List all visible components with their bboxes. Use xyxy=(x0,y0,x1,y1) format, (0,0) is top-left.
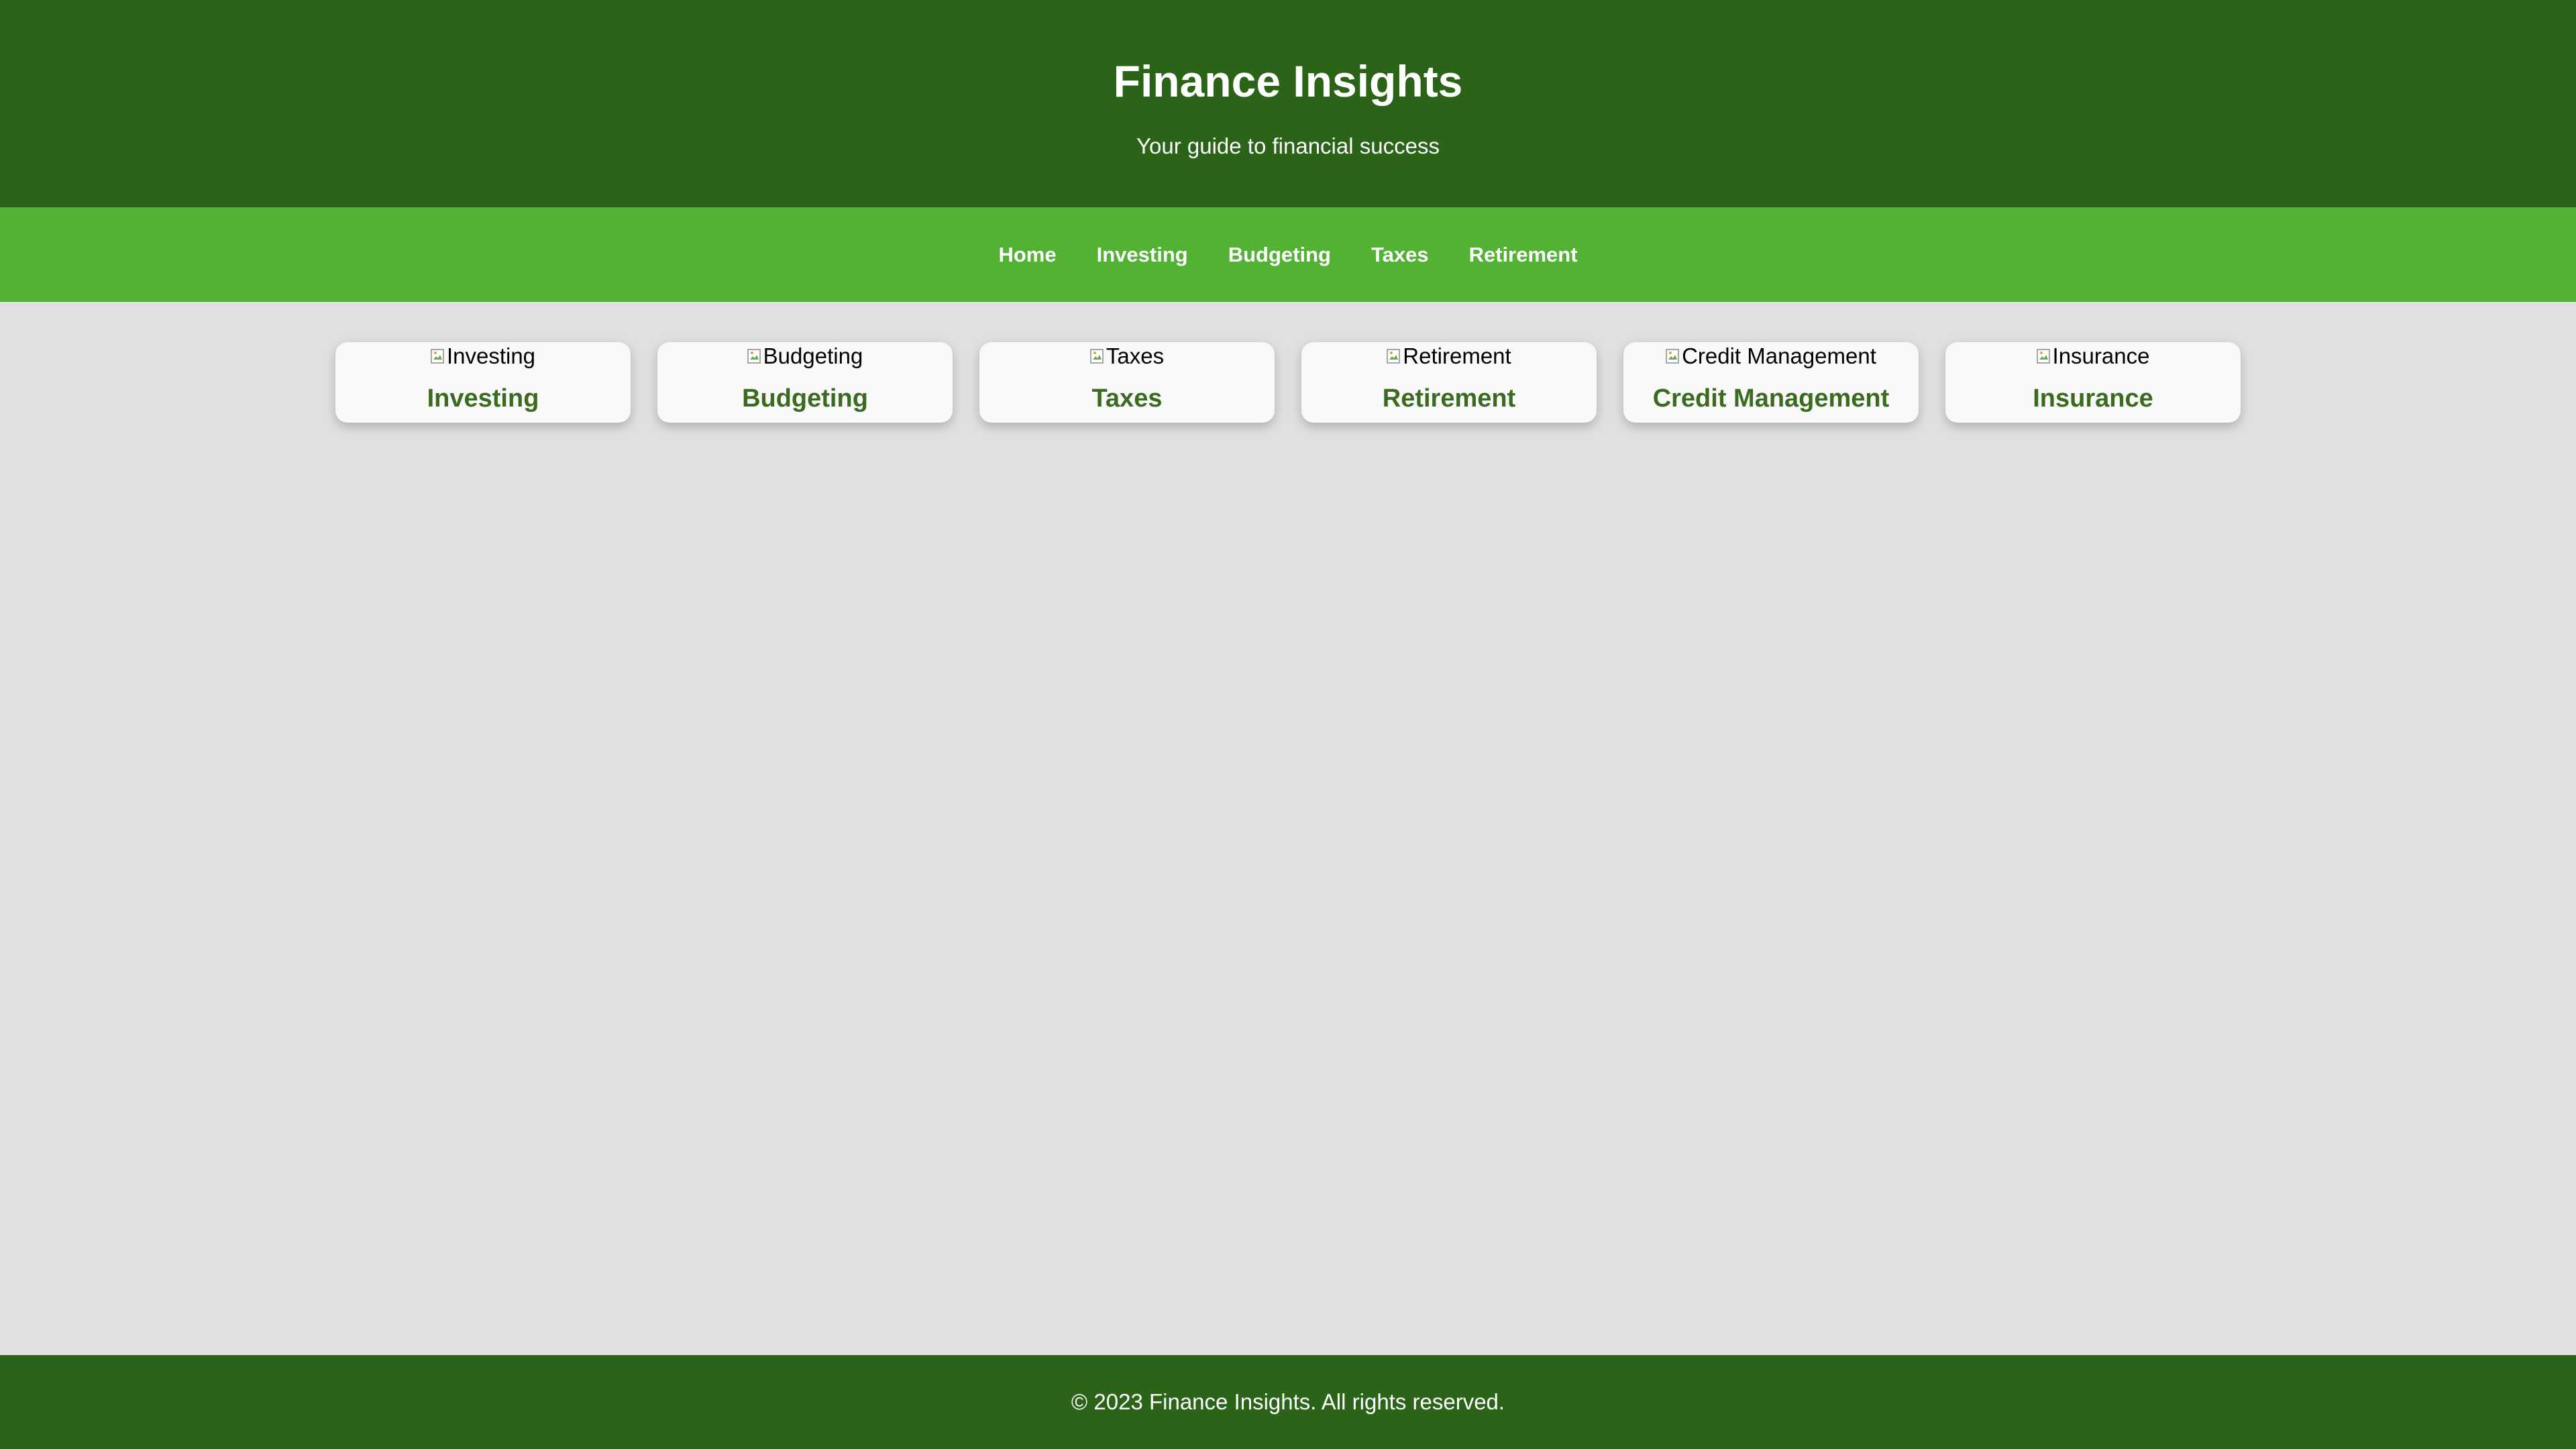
card-title: Investing xyxy=(427,384,539,413)
page: Finance Insights Your guide to financial… xyxy=(0,0,2576,1449)
card-image: Credit Management xyxy=(1623,342,1919,370)
broken-image-icon xyxy=(1090,347,1105,365)
nav-link-taxes[interactable]: Taxes xyxy=(1351,207,1449,302)
main-nav: Home Investing Budgeting Taxes Retiremen… xyxy=(0,207,2576,302)
card-title: Credit Management xyxy=(1652,384,1890,413)
topic-card-insurance[interactable]: Insurance Insurance xyxy=(1945,342,2241,423)
card-image-alt: Taxes xyxy=(1106,343,1165,368)
topic-card-retirement[interactable]: Retirement Retirement xyxy=(1301,342,1597,423)
card-title: Taxes xyxy=(1091,384,1163,413)
site-tagline: Your guide to financial success xyxy=(1136,133,1440,158)
nav-link-retirement[interactable]: Retirement xyxy=(1449,207,1598,302)
card-image: Retirement xyxy=(1301,342,1597,370)
topic-card-investing[interactable]: Investing Investing xyxy=(335,342,631,423)
topic-card-row: Investing Investing Budgeting Budgeting … xyxy=(335,342,2241,423)
main-content: Investing Investing Budgeting Budgeting … xyxy=(0,302,2576,1355)
card-image: Budgeting xyxy=(657,342,953,370)
broken-image-icon xyxy=(1666,347,1680,365)
nav-link-investing[interactable]: Investing xyxy=(1077,207,1208,302)
broken-image-icon xyxy=(2036,347,2051,365)
nav-link-budgeting[interactable]: Budgeting xyxy=(1208,207,1351,302)
card-image-alt: Investing xyxy=(446,343,536,368)
broken-image-icon xyxy=(747,347,762,365)
topic-card-taxes[interactable]: Taxes Taxes xyxy=(979,342,1275,423)
card-image-alt: Credit Management xyxy=(1682,343,1876,368)
card-image-alt: Budgeting xyxy=(763,343,863,368)
card-image: Insurance xyxy=(1945,342,2241,370)
card-image: Investing xyxy=(335,342,631,370)
card-title: Retirement xyxy=(1382,384,1516,413)
site-header: Finance Insights Your guide to financial… xyxy=(0,0,2576,207)
card-image: Taxes xyxy=(979,342,1275,370)
card-image-alt: Insurance xyxy=(2052,343,2150,368)
footer-copyright: © 2023 Finance Insights. All rights rese… xyxy=(1071,1389,1505,1414)
nav-link-home[interactable]: Home xyxy=(978,207,1076,302)
card-image-alt: Retirement xyxy=(1403,343,1511,368)
card-title: Insurance xyxy=(2033,384,2153,413)
card-title: Budgeting xyxy=(742,384,868,413)
site-footer: © 2023 Finance Insights. All rights rese… xyxy=(0,1355,2576,1449)
site-title: Finance Insights xyxy=(1113,56,1463,106)
broken-image-icon xyxy=(1387,347,1401,365)
topic-card-budgeting[interactable]: Budgeting Budgeting xyxy=(657,342,953,423)
topic-card-credit-management[interactable]: Credit Management Credit Management xyxy=(1623,342,1919,423)
broken-image-icon xyxy=(431,347,445,365)
